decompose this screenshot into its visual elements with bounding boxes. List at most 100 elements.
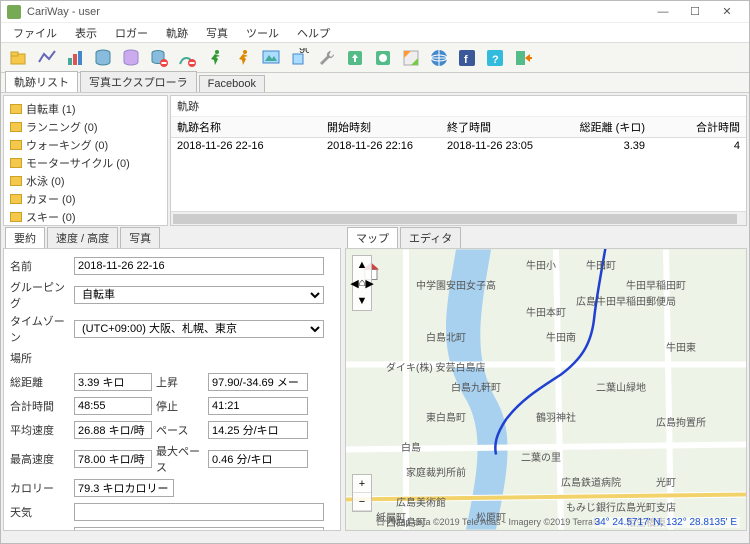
zoom-in-icon[interactable]: + [353, 475, 371, 493]
tool-help-icon[interactable]: ? [483, 46, 507, 70]
track-columns: 軌跡名称 開始時刻 終了時間 総距離 (キロ) 合計時間 [171, 117, 746, 138]
col-time[interactable]: 合計時間 [651, 117, 746, 137]
dist-input[interactable] [74, 373, 152, 391]
map-zoom-control[interactable]: + − [352, 474, 372, 512]
pan-home-icon[interactable]: ⌂ [359, 274, 366, 292]
tool-open-icon[interactable] [7, 46, 31, 70]
tool-run2-icon[interactable] [231, 46, 255, 70]
menu-track[interactable]: 軌跡 [158, 23, 196, 43]
track-list[interactable]: 2018-11-26 22-16 2018-11-26 22:16 2018-1… [171, 138, 746, 211]
tree-item[interactable]: モーターサイクル (0) [8, 154, 163, 172]
tab-photo[interactable]: 写真 [120, 227, 160, 248]
tool-wrench-icon[interactable] [315, 46, 339, 70]
maximize-button[interactable]: ☐ [679, 2, 711, 22]
map-pan-control[interactable]: ▲ ◀⌂▶ ▼ [352, 255, 372, 311]
tool-earth-icon[interactable] [427, 46, 451, 70]
folder-icon [10, 122, 22, 132]
map-place-label: 広島拘置所 [656, 414, 706, 429]
tab-speed[interactable]: 速度 / 高度 [47, 227, 118, 248]
minimize-button[interactable]: — [647, 2, 679, 22]
max-input[interactable] [74, 450, 152, 468]
label-place: 場所 [10, 350, 70, 366]
menu-help[interactable]: ヘルプ [289, 23, 338, 43]
name-input[interactable] [74, 257, 324, 275]
map-place-label: 牛田小 [526, 257, 556, 272]
folder-icon [10, 212, 22, 222]
side-tabbar: 軌跡リスト 写真エクスプローラ Facebook [1, 73, 749, 93]
zoom-out-icon[interactable]: − [353, 493, 371, 511]
col-dist[interactable]: 総距離 (キロ) [561, 117, 651, 137]
tab-facebook[interactable]: Facebook [199, 75, 265, 92]
pan-down-icon[interactable]: ▼ [353, 292, 371, 310]
label-dist: 総距離 [10, 374, 70, 390]
map-place-label: 家庭裁判所前 [406, 464, 466, 479]
tab-photo-explorer[interactable]: 写真エクスプローラ [80, 71, 197, 92]
tool-rotate-icon[interactable]: 90° [287, 46, 311, 70]
folder-icon [10, 194, 22, 204]
updown-input[interactable] [208, 373, 308, 391]
tool-graph-icon[interactable] [35, 46, 59, 70]
time-input[interactable] [74, 397, 152, 415]
category-tree[interactable]: 自転車 (1) ランニング (0) ウォーキング (0) モーターサイクル (0… [3, 95, 168, 226]
tree-item[interactable]: ウォーキング (0) [8, 136, 163, 154]
tab-editor[interactable]: エディタ [400, 227, 461, 248]
tool-facebook-icon[interactable]: f [455, 46, 479, 70]
tree-item[interactable]: 自転車 (1) [8, 100, 163, 118]
menu-tool[interactable]: ツール [238, 23, 287, 43]
label-group: グルーピング [10, 279, 70, 311]
tree-item[interactable]: スキー (0) [8, 208, 163, 226]
menu-photo[interactable]: 写真 [198, 23, 236, 43]
map-view[interactable]: 牛田小牛田町中学園安田女子高牛田早稲田町広島牛田早稲田郵便局牛田本町白島北町牛田… [345, 248, 747, 531]
track-row[interactable]: 2018-11-26 22-16 2018-11-26 22:16 2018-1… [171, 138, 746, 154]
tool-chart-icon[interactable] [63, 46, 87, 70]
map-place-label: 白島 [401, 439, 421, 454]
tab-summary[interactable]: 要約 [5, 227, 45, 248]
pace-input[interactable] [208, 421, 308, 439]
tool-photo-icon[interactable] [259, 46, 283, 70]
label-cal: カロリー [10, 480, 70, 496]
cal-input[interactable] [74, 479, 174, 497]
col-end[interactable]: 終了時間 [441, 117, 561, 137]
tool-exit-icon[interactable] [511, 46, 535, 70]
map-place-label: 広島美術館 [396, 494, 446, 509]
maxpace-input[interactable] [208, 450, 308, 468]
stop-input[interactable] [208, 397, 308, 415]
col-start[interactable]: 開始時刻 [321, 117, 441, 137]
map-canvas [346, 249, 746, 530]
tree-item[interactable]: カヌー (0) [8, 190, 163, 208]
pan-up-icon[interactable]: ▲ [353, 256, 371, 274]
tool-db2-icon[interactable] [119, 46, 143, 70]
tool-run1-icon[interactable] [203, 46, 227, 70]
svg-text:90°: 90° [299, 48, 309, 56]
tab-tracklist[interactable]: 軌跡リスト [5, 71, 78, 92]
menubar: ファイル 表示 ロガー 軌跡 写真 ツール ヘルプ [1, 23, 749, 43]
close-button[interactable]: ✕ [711, 2, 743, 22]
map-place-label: 牛田東 [666, 339, 696, 354]
gear-input[interactable] [74, 527, 324, 531]
pan-right-icon[interactable]: ▶ [365, 274, 373, 292]
menu-file[interactable]: ファイル [5, 23, 65, 43]
tree-item[interactable]: ランニング (0) [8, 118, 163, 136]
tool-track-del-icon[interactable] [175, 46, 199, 70]
menu-logger[interactable]: ロガー [107, 23, 156, 43]
pan-left-icon[interactable]: ◀ [350, 274, 358, 292]
menu-view[interactable]: 表示 [67, 23, 105, 43]
tool-export2-icon[interactable] [371, 46, 395, 70]
group-select[interactable]: 自転車 [74, 286, 324, 304]
tool-export1-icon[interactable] [343, 46, 367, 70]
tool-map-icon[interactable] [399, 46, 423, 70]
folder-icon [10, 158, 22, 168]
map-place-label: 鶴羽神社 [536, 409, 576, 424]
tree-item[interactable]: 水泳 (0) [8, 172, 163, 190]
col-name[interactable]: 軌跡名称 [171, 117, 321, 137]
tool-db1-icon[interactable] [91, 46, 115, 70]
tool-db-del-icon[interactable] [147, 46, 171, 70]
tab-map[interactable]: マップ [347, 227, 398, 248]
weather-input[interactable] [74, 503, 324, 521]
detail-tabbar: 要約 速度 / 高度 写真 [1, 228, 343, 248]
label-updown: 上昇 [156, 374, 204, 390]
h-scrollbar[interactable] [171, 211, 746, 225]
label-stop: 停止 [156, 398, 204, 414]
avg-input[interactable] [74, 421, 152, 439]
tz-select[interactable]: (UTC+09:00) 大阪、札幌、東京 [74, 320, 324, 338]
